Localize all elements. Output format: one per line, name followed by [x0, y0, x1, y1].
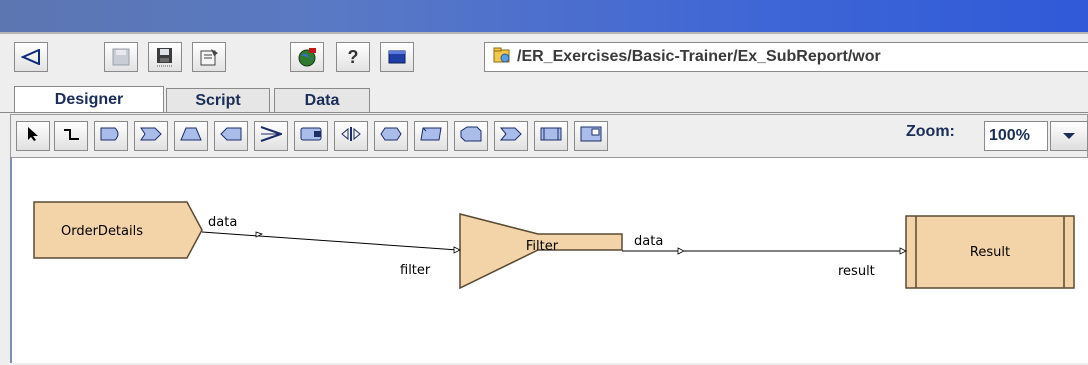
window-title-bar [0, 0, 1088, 32]
node-result[interactable]: Result [905, 215, 1075, 289]
save-button[interactable] [148, 42, 182, 72]
edge-2-out-label: data [634, 234, 663, 249]
split-icon [340, 126, 362, 147]
edge-orderdetails-filter[interactable]: data filter [201, 215, 461, 278]
path-field[interactable]: /ER_Exercises/Basic-Trainer/Ex_SubReport… [484, 42, 1088, 72]
sort-icon [300, 127, 322, 146]
tab-script[interactable]: Script [166, 88, 270, 112]
edge-2-in-label: result [838, 264, 875, 279]
properties-button[interactable] [192, 42, 226, 72]
tool-input-shape[interactable] [94, 121, 128, 151]
input-shape-icon [100, 127, 122, 146]
edge-1-out-label: data [208, 215, 237, 230]
in-port-icon [453, 246, 461, 254]
tool-split[interactable] [334, 121, 368, 151]
zoom-label: Zoom: [906, 123, 955, 140]
back-icon [21, 49, 41, 65]
save-icon [156, 47, 174, 67]
window-button[interactable] [380, 42, 414, 72]
tool-pentagon-left[interactable] [214, 121, 248, 151]
output-shape-icon [140, 127, 162, 146]
out-port-icon [677, 247, 685, 255]
tool-trapezoid[interactable] [174, 121, 208, 151]
chevron-icon [499, 127, 522, 146]
process-icon [540, 127, 562, 146]
node-filter[interactable]: Filter [459, 213, 623, 290]
merge-icon [260, 125, 285, 147]
node-orderdetails-label: OrderDetails [61, 224, 143, 239]
globe-icon [297, 47, 317, 67]
tool-process[interactable] [534, 121, 568, 151]
tool-octagon[interactable] [454, 121, 488, 151]
hexagon-icon [380, 127, 402, 146]
tab-data[interactable]: Data [274, 88, 370, 112]
tool-connector[interactable] [54, 121, 88, 151]
pointer-icon [26, 126, 40, 147]
tool-output-shape[interactable] [134, 121, 168, 151]
window-icon [388, 50, 406, 64]
chevron-down-icon [1062, 127, 1076, 145]
tool-subreport[interactable] [574, 121, 608, 151]
node-filter-label: Filter [526, 239, 559, 254]
designer-canvas[interactable]: OrderDetails Filter Result data filter d… [10, 158, 1088, 363]
tool-chevron[interactable] [494, 121, 528, 151]
node-orderdetails[interactable]: OrderDetails [33, 201, 203, 259]
trapezoid-icon [180, 127, 202, 146]
subreport-icon [580, 126, 602, 147]
path-text: /ER_Exercises/Basic-Trainer/Ex_SubReport… [517, 48, 881, 65]
tool-sort[interactable] [294, 121, 328, 151]
zoom-value: 100% [989, 127, 1030, 144]
tool-parallelogram[interactable] [414, 121, 448, 151]
tool-merge[interactable] [254, 121, 288, 151]
back-button[interactable] [14, 42, 48, 72]
parallelogram-icon [420, 127, 442, 146]
zoom-dropdown-button[interactable] [1050, 121, 1088, 151]
tab-designer[interactable]: Designer [14, 86, 164, 112]
dataflow-diagram: OrderDetails Filter Result data filter d… [33, 201, 1075, 290]
properties-icon [199, 47, 219, 67]
node-result-label: Result [970, 245, 1010, 260]
help-button[interactable]: ? [336, 42, 370, 72]
globe-button[interactable] [290, 42, 324, 72]
zoom-select[interactable]: 100% [984, 121, 1048, 151]
connector-icon [61, 126, 81, 147]
octagon-icon [460, 126, 482, 147]
pentagon-left-icon [220, 127, 242, 146]
folder-icon [485, 46, 517, 69]
edge-filter-result[interactable]: data result [622, 234, 907, 279]
in-port-icon [899, 247, 907, 255]
save-disabled-button[interactable] [104, 42, 138, 72]
save-disabled-icon [112, 48, 130, 66]
tool-hexagon[interactable] [374, 121, 408, 151]
tool-pointer[interactable] [16, 121, 50, 151]
help-icon: ? [347, 46, 359, 67]
edge-1-in-label: filter [400, 263, 431, 278]
